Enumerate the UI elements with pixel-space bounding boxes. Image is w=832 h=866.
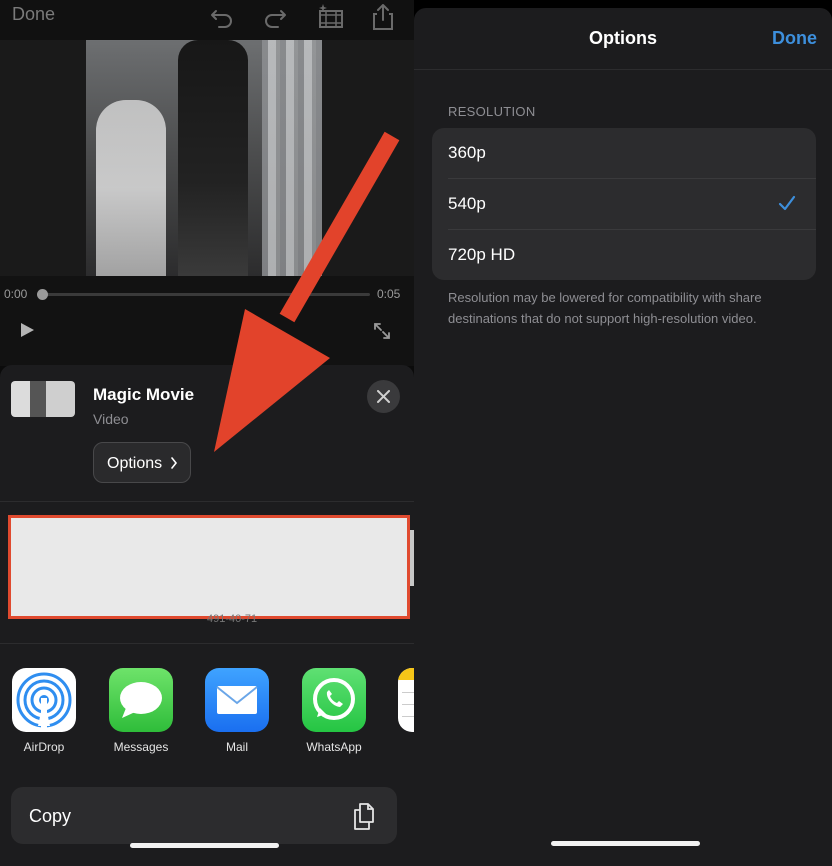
resolution-footnote: Resolution may be lowered for compatibil… (448, 290, 762, 326)
redacted-contacts-row (8, 515, 410, 619)
app-label: Mail (225, 740, 248, 754)
duration: 0:05 (377, 287, 401, 301)
close-button[interactable] (367, 380, 400, 413)
scrubber-handle[interactable] (37, 289, 48, 300)
resolution-label: 720p HD (448, 245, 516, 264)
share-icon[interactable] (368, 2, 398, 32)
resolution-section-header: RESOLUTION (448, 104, 536, 119)
done-button[interactable]: Done (12, 4, 55, 25)
video-preview[interactable] (86, 40, 322, 276)
share-app-whatsapp[interactable]: WhatsApp (302, 668, 366, 754)
options-done-button[interactable]: Done (772, 28, 817, 49)
app-label: AirDrop (23, 740, 65, 754)
resolution-option-540p[interactable]: 540p (432, 179, 816, 229)
fullscreen-icon[interactable] (372, 321, 392, 341)
home-indicator (130, 843, 279, 848)
share-app-notes[interactable] (398, 668, 414, 732)
playback-controls (0, 276, 414, 366)
divider (414, 69, 832, 70)
video-editor-screen: Done 0:00 0:05 Magic Movie Video Options (0, 0, 414, 866)
chevron-right-icon (170, 456, 178, 472)
app-label: WhatsApp (306, 740, 362, 754)
copy-action[interactable]: Copy (11, 787, 397, 844)
notes-icon (398, 668, 414, 732)
divider (0, 501, 414, 502)
whatsapp-icon (302, 668, 366, 732)
redo-icon[interactable] (260, 2, 290, 32)
close-icon (377, 390, 390, 403)
resolution-label: 360p (448, 143, 486, 162)
video-thumbnail (11, 381, 75, 417)
share-app-airdrop[interactable]: AirDrop (12, 668, 76, 754)
options-title: Options (589, 28, 657, 48)
current-time: 0:00 (4, 287, 28, 301)
options-screen: Options Done RESOLUTION 360p 540p 720p H… (414, 0, 832, 866)
contact-peek-text: 491-40-71 (207, 613, 258, 625)
divider (0, 643, 414, 644)
copy-label: Copy (29, 806, 72, 826)
copy-icon (351, 801, 379, 831)
mail-icon (205, 668, 269, 732)
home-indicator (551, 841, 700, 846)
resolution-option-360p[interactable]: 360p (432, 128, 816, 178)
resolution-label: 540p (448, 194, 486, 213)
share-app-mail[interactable]: Mail (205, 668, 269, 754)
resolution-option-720p[interactable]: 720p HD (432, 230, 816, 280)
undo-icon[interactable] (207, 2, 237, 32)
airdrop-icon (12, 668, 76, 732)
checkmark-icon (777, 193, 797, 213)
app-label: Messages (113, 740, 169, 754)
scrubber-track[interactable] (42, 293, 370, 296)
messages-icon (109, 668, 173, 732)
share-app-messages[interactable]: Messages (109, 668, 173, 754)
play-icon[interactable] (18, 321, 36, 339)
magic-movie-icon[interactable] (316, 2, 346, 32)
share-item-type: Video (93, 411, 129, 427)
editor-toolbar: Done (0, 0, 414, 40)
resolution-list: 360p 540p 720p HD (432, 128, 816, 280)
options-button-label: Options (107, 455, 163, 472)
share-item-title: Magic Movie (93, 385, 195, 404)
